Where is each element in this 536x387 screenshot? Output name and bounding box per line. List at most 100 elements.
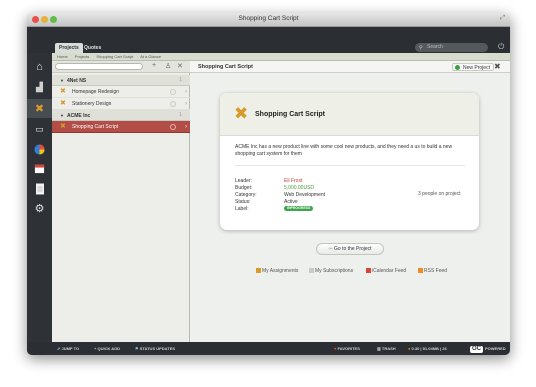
breadcrumb-current: At a Glance [140, 54, 162, 59]
card-title: Shopping Cart Script [255, 111, 325, 118]
project-item[interactable]: ✖ Homepage Redesign › [52, 86, 190, 98]
project-item[interactable]: ✖ Stationery Design › [52, 98, 190, 110]
tools-icon[interactable]: ✖ [27, 99, 52, 118]
field-value: 5,000.00USD [284, 185, 315, 191]
search-icon: ⚲ [419, 45, 423, 51]
tools-icon: ✖ [60, 100, 66, 107]
sidebar: ⌂ ▟ ✖ ▭ ⚙ [27, 53, 52, 355]
tools-icon: ✖ [60, 123, 66, 130]
my-subscriptions-link[interactable]: My Subscriptions [309, 268, 353, 274]
tools-icon[interactable]: ✕ [177, 62, 183, 70]
tab-quotes[interactable]: Quotes [80, 43, 105, 53]
quick-add-button[interactable]: + QUICK ADD [94, 342, 120, 355]
link-label: RSS Feed [424, 268, 448, 274]
project-item-label: Homepage Redesign [72, 89, 119, 95]
field-key: Category: [235, 192, 257, 198]
people-count[interactable]: 3 people on project [418, 191, 461, 197]
status-circle-icon[interactable] [170, 101, 176, 107]
breadcrumb-projects[interactable]: Projects [75, 54, 89, 59]
project-item-label: Shopping Cart Script [72, 124, 119, 130]
status-updates-label: STATUS UPDATES [139, 346, 176, 351]
breadcrumb-home[interactable]: Home [57, 54, 68, 59]
field-budget: Budget: 5,000.00USD [235, 185, 314, 191]
document-icon[interactable] [32, 181, 47, 196]
quick-add-label: QUICK ADD [97, 346, 120, 351]
top-bar: Projects Quotes ⚲ Search ⏻ [27, 27, 510, 53]
bottom-bar: ⇗ JUMP TO + QUICK ADD ⚑ STATUS UPDATES ♥… [27, 342, 510, 355]
breadcrumb-project[interactable]: Shopping Cart Script [96, 54, 133, 59]
window-title: Shopping Cart Script [238, 15, 299, 22]
main-panel: Shopping Cart Script New Project ✖ ✖ Sho… [190, 61, 510, 342]
assignments-icon [256, 268, 261, 273]
project-summary-card: ✖ Shopping Cart Script ACME Inc has a ne… [220, 93, 479, 230]
group-count: 1 [179, 77, 182, 83]
search-input[interactable]: ⚲ Search [415, 43, 488, 52]
tab-projects[interactable]: Projects [55, 43, 83, 53]
link-label: My Subscriptions [315, 268, 354, 274]
filter-input[interactable] [55, 63, 143, 70]
chevron-right-icon[interactable]: › [185, 86, 187, 98]
plus-icon [455, 65, 460, 70]
field-status: Status: Active [235, 199, 298, 205]
status-updates-button[interactable]: ⚑ STATUS UPDATES [135, 342, 175, 355]
settings-icon[interactable]: ⚙ [32, 201, 47, 216]
status-badge: INPROGRESS [284, 206, 314, 212]
tools-icon[interactable]: ✖ [494, 62, 501, 71]
icalendar-feed-link[interactable]: iCalendar Feed [366, 268, 406, 274]
group-header[interactable]: ▼ 4Net NS 1 [52, 75, 190, 86]
app-window: Shopping Cart Script ⤢ Projects Quotes ⚲… [27, 13, 510, 355]
chevron-right-icon[interactable]: › [185, 98, 187, 110]
trash-button[interactable]: ▥ TRASH [377, 342, 396, 355]
project-list-toolbar: + ♙ ✕ [52, 61, 190, 73]
field-value: Active [284, 199, 298, 205]
fullscreen-icon[interactable]: ⤢ [500, 15, 505, 22]
power-icon[interactable]: ⏻ [498, 42, 504, 52]
status-circle-icon[interactable] [170, 124, 176, 130]
home-icon[interactable]: ⌂ [32, 59, 47, 74]
jump-to-button[interactable]: ⇗ JUMP TO [57, 342, 79, 355]
field-key: Leader: [235, 178, 252, 184]
new-project-button[interactable]: New Project [452, 63, 494, 71]
my-assignments-link[interactable]: My Assignments [256, 268, 298, 274]
field-key: Budget: [235, 185, 253, 191]
field-leader: Leader: Eli Frost [235, 178, 302, 184]
calendar-icon[interactable] [32, 161, 47, 176]
breadcrumb: Home Projects Shopping Cart Script At a … [27, 53, 510, 61]
chart-icon[interactable]: ▟ [32, 80, 47, 95]
powered-by[interactable]: OC POWERED [470, 342, 506, 355]
field-key: Label: [235, 206, 249, 212]
caret-down-icon: ▼ [60, 78, 64, 83]
project-item-label: Stationery Design [72, 101, 112, 107]
project-list-panel: + ♙ ✕ ▼ 4Net NS 1 ✖ Homepage Redesign › ✖… [52, 61, 190, 342]
add-icon[interactable]: + [152, 62, 156, 69]
tools-icon: ✖ [234, 104, 249, 123]
title-bar: Shopping Cart Script ⤢ [27, 13, 510, 27]
chevron-right-icon[interactable]: › [185, 121, 187, 133]
jump-to-label: JUMP TO [61, 346, 80, 351]
logo-icon: OC [470, 346, 483, 353]
go-to-project-label: Go to the Project [334, 246, 372, 252]
leader-link[interactable]: Eli Frost [284, 178, 302, 184]
link-label: iCalendar Feed [372, 268, 407, 274]
favorites-button[interactable]: ♥ FAVORITES [334, 342, 360, 355]
rss-feed-link[interactable]: RSS Feed [418, 268, 447, 274]
powered-label: POWERED [485, 346, 506, 351]
field-value: Web Development [284, 192, 326, 198]
group-name: 4Net NS [66, 78, 87, 84]
monitor-icon[interactable]: ▭ [32, 122, 47, 137]
pie-chart-icon[interactable] [32, 142, 47, 157]
status-circle-icon[interactable] [170, 89, 176, 95]
project-item-selected[interactable]: ✖ Shopping Cart Script › [52, 121, 190, 133]
link-label: My Assignments [262, 268, 299, 274]
go-to-project-button[interactable]: ⇦ Go to the Project [316, 243, 384, 255]
favorites-label: FAVORITES [337, 346, 360, 351]
usage-indicator: ● 0.30 | 51.04MB | 26 [408, 342, 447, 355]
group-name: ACME Inc [66, 113, 91, 119]
field-category: Category: Web Development [235, 192, 325, 198]
calendar-icon [366, 268, 371, 273]
usage-label: 0.30 | 51.04MB | 26 [411, 346, 447, 351]
project-description: ACME Inc has a new product line with som… [235, 144, 453, 157]
caret-down-icon: ▼ [60, 113, 64, 118]
person-icon[interactable]: ♙ [165, 62, 171, 70]
group-header[interactable]: ▼ ACME Inc 1 [52, 110, 190, 121]
